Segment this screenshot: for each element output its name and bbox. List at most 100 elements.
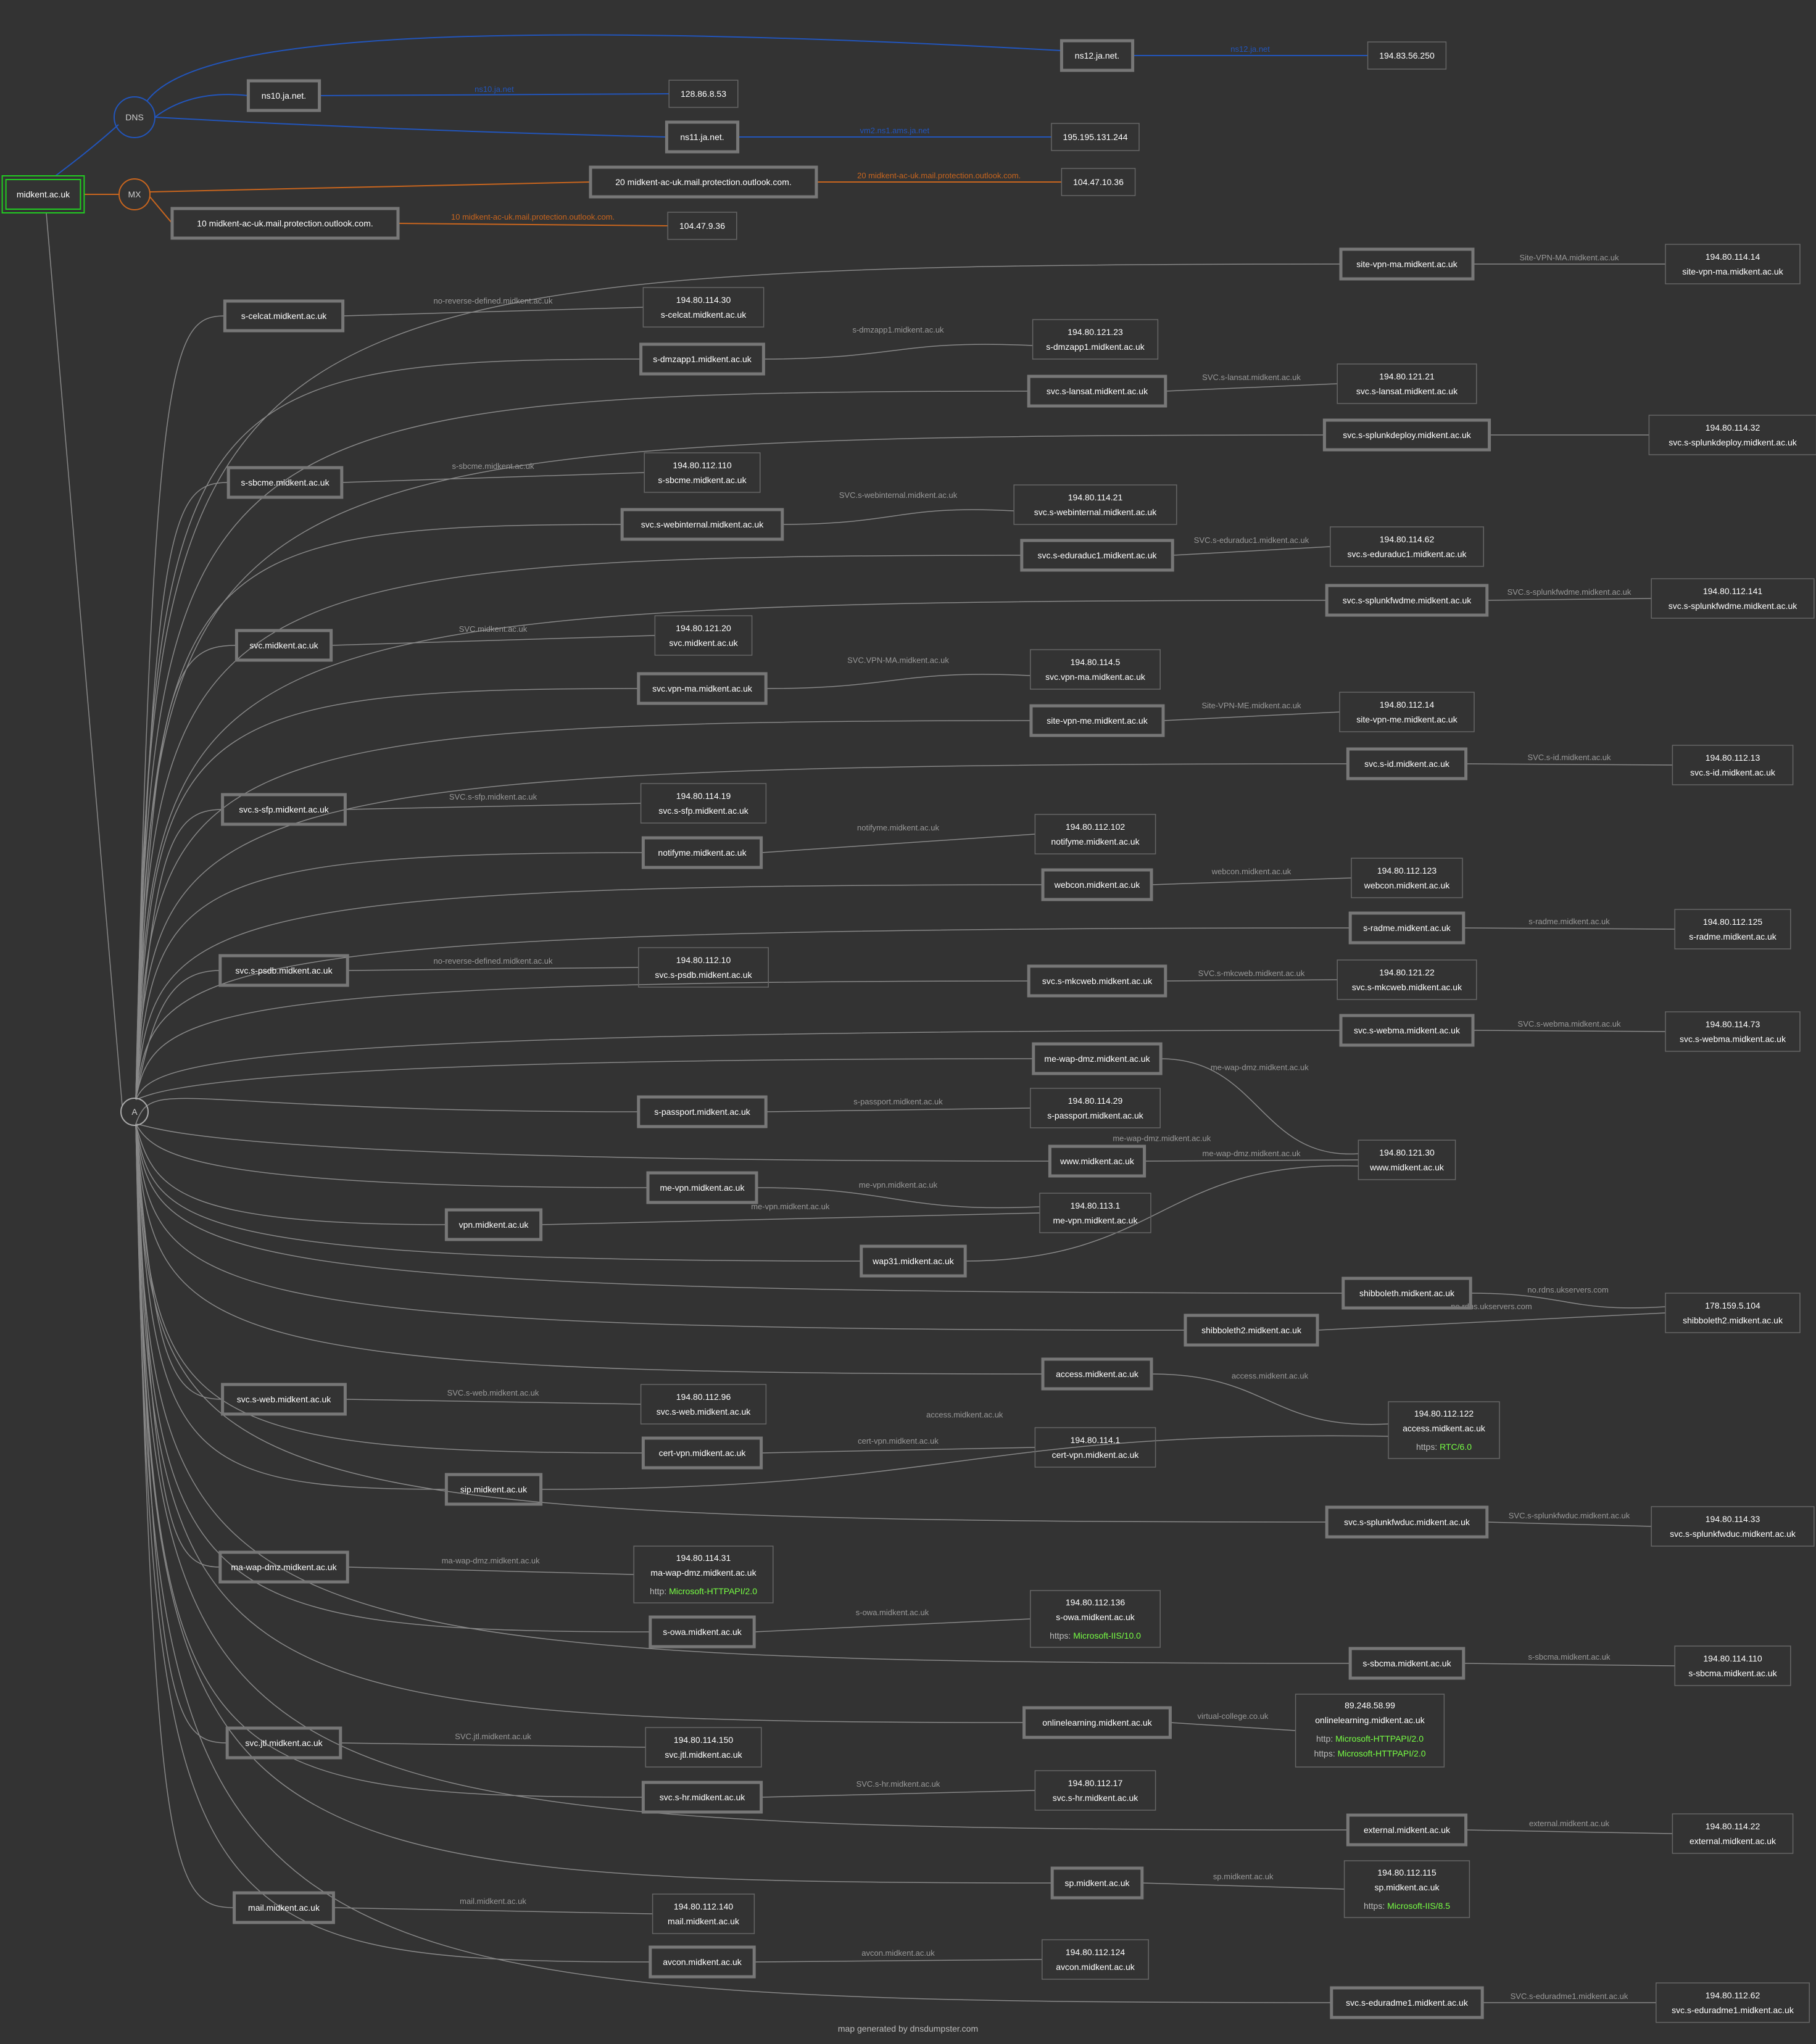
a-ip-box [1013,484,1177,525]
a-ip-box [642,287,765,328]
a-ip-ip: 194.80.114.33 [1706,1514,1760,1524]
service-server: Microsoft-IIS/8.5 [1387,1901,1450,1911]
mx-host: 10 midkent-ac-uk.mail.protection.outlook… [197,218,373,228]
edge-label-a: Site-VPN-MA.midkent.ac.uk [1519,253,1619,262]
a-host: s-celcat.midkent.ac.uk [241,311,327,321]
a-host: notifyme.midkent.ac.uk [658,848,747,858]
a-ip-ip: 194.80.112.125 [1703,917,1762,927]
edge-label-a: SVC.s-eduraduc1.midkent.ac.uk [1194,536,1309,545]
a-host: shibboleth2.midkent.ac.uk [1201,1325,1302,1335]
edge-a-host [135,809,223,1100]
a-ip-box [1030,649,1161,690]
a-ip-rdns: shibboleth2.midkent.ac.uk [1683,1315,1783,1325]
edge-host-ip [1472,1030,1666,1032]
a-host: cert-vpn.midkent.ac.uk [659,1448,747,1458]
edge-host-ip [761,1790,1035,1798]
mx-ip-ip: 104.47.9.36 [679,221,725,231]
edge-host-ip [766,1107,1030,1112]
edge-host-ip [347,967,639,971]
a-ip-rdns: s-sbcme.midkent.ac.uk [658,475,747,485]
a-host: svc.s-webma.midkent.ac.uk [1354,1025,1461,1035]
a-ip-service: http: Microsoft-HTTPAPI/2.0 [650,1586,757,1596]
a-ip-rdns: avcon.midkent.ac.uk [1056,1962,1135,1972]
edge-label-a: SVC.s-eduradme1.midkent.ac.uk [1511,1992,1628,2001]
a-host: me-vpn.midkent.ac.uk [660,1183,745,1193]
a-ip-ip: 194.80.114.150 [674,1735,733,1745]
edge-label-a: me-vpn.midkent.ac.uk [751,1202,830,1211]
a-ip-ip: 194.80.121.23 [1068,327,1123,337]
edge-label-mx: 20 midkent-ac-uk.mail.protection.outlook… [857,171,1021,180]
a-ip-rdns: s-owa.midkent.ac.uk [1056,1612,1135,1622]
a-ip-ip: 194.80.121.22 [1379,967,1435,977]
edge-label-a: ma-wap-dmz.midkent.ac.uk [442,1556,540,1565]
a-ip-rdns: svc.midkent.ac.uk [669,638,738,648]
a-ip-box [1656,1982,1810,2023]
edge-a-host [135,315,225,1100]
service-server: RTC/6.0 [1440,1442,1472,1452]
a-ip-ip: 194.80.112.122 [1414,1409,1474,1418]
edge-label-a: SVC.s-splunkfwduc.midkent.ac.uk [1509,1511,1630,1520]
a-ip-ip: 194.80.112.115 [1377,1868,1436,1877]
a-ip-ip: 194.80.114.31 [676,1553,731,1563]
a-ip-ip: 194.80.114.110 [1703,1653,1762,1663]
a-host: svc.s-sfp.midkent.ac.uk [239,805,329,814]
edge-a-host [135,1123,447,1225]
ns-host: ns11.ja.net. [680,132,724,142]
a-ip-ip: 194.80.114.14 [1706,252,1760,262]
a-host: svc.s-mkcweb.midkent.ac.uk [1042,976,1153,986]
a-ip-rdns: svc.s-webma.midkent.ac.uk [1680,1034,1786,1044]
edge-host-ip [1317,1312,1666,1331]
edge-a-host [135,1123,1053,1884]
edge-host-ip [331,635,655,646]
edge-label-a: me-wap-dmz.midkent.ac.uk [1203,1149,1301,1158]
a-host: mail.midkent.ac.uk [248,1903,320,1913]
edge-label-a: SVC.s-splunkfwdme.midkent.ac.uk [1507,587,1631,597]
a-host: svc.s-splunkfwduc.midkent.ac.uk [1344,1517,1470,1527]
a-ip-ip: 194.80.112.13 [1706,753,1760,763]
edge-host-ip [1165,979,1338,982]
a-ip-box [1034,1770,1156,1811]
a-ip-box [1039,1193,1151,1233]
a-ip-rdns: sp.midkent.ac.uk [1374,1882,1440,1892]
a-hub-label: A [131,1107,138,1117]
edge-root-dns [55,124,119,176]
edge-label-a: SVC.s-mkcweb.midkent.ac.uk [1198,969,1305,978]
edge-host-ip [333,1907,653,1914]
ns-ip-ip: 195.195.131.244 [1063,132,1127,142]
edge-a-host [135,1123,644,1454]
edge-host-ip [1463,1663,1675,1666]
a-ip-rdns: s-sbcma.midkent.ac.uk [1688,1668,1777,1678]
edge-label-a: avcon.midkent.ac.uk [861,1948,935,1958]
edge-host-ip [1466,763,1673,766]
a-host: s-owa.midkent.ac.uk [663,1627,742,1637]
edge-a-host [135,434,1325,1100]
a-ip-box [644,452,761,493]
a-host: s-dmzapp1.midkent.ac.uk [653,354,752,364]
root-domain-label: midkent.ac.uk [17,189,70,199]
a-ip-box [1672,1813,1794,1854]
edge-a-host [135,884,1043,1100]
a-ip-box [1674,909,1791,950]
a-ip-service: https: Microsoft-IIS/10.0 [1050,1631,1141,1641]
a-ip-rdns: svc.s-hr.midkent.ac.uk [1053,1793,1138,1803]
a-ip-box [652,1893,755,1934]
edge-host-ip [541,1212,1040,1225]
a-ip-rdns: svc.s-id.midkent.ac.uk [1690,768,1776,777]
a-ip-box [640,783,767,824]
footer-credit: map generated by dnsdumpster.com [837,2024,979,2034]
a-ip-rdns: s-dmzapp1.midkent.ac.uk [1046,342,1145,352]
edge-label-a: access.midkent.ac.uk [926,1410,1003,1420]
edge-a-host [135,1123,1186,1331]
edge-host-ip [342,307,644,317]
edge-host-ip [1466,1829,1673,1834]
ns-host: ns12.ja.net. [1075,51,1119,60]
edge-host-ip [541,1435,1389,1490]
a-ip-service: https: RTC/6.0 [1416,1442,1472,1452]
a-ip-box [1030,1088,1161,1128]
service-proto: https: [1314,1748,1337,1758]
edge-a-host [135,852,644,1100]
edge-host-ip [1172,546,1330,556]
edge-host-ip [1151,1373,1389,1425]
a-host: s-radme.midkent.ac.uk [1363,923,1451,933]
a-ip-box [1674,1645,1791,1686]
